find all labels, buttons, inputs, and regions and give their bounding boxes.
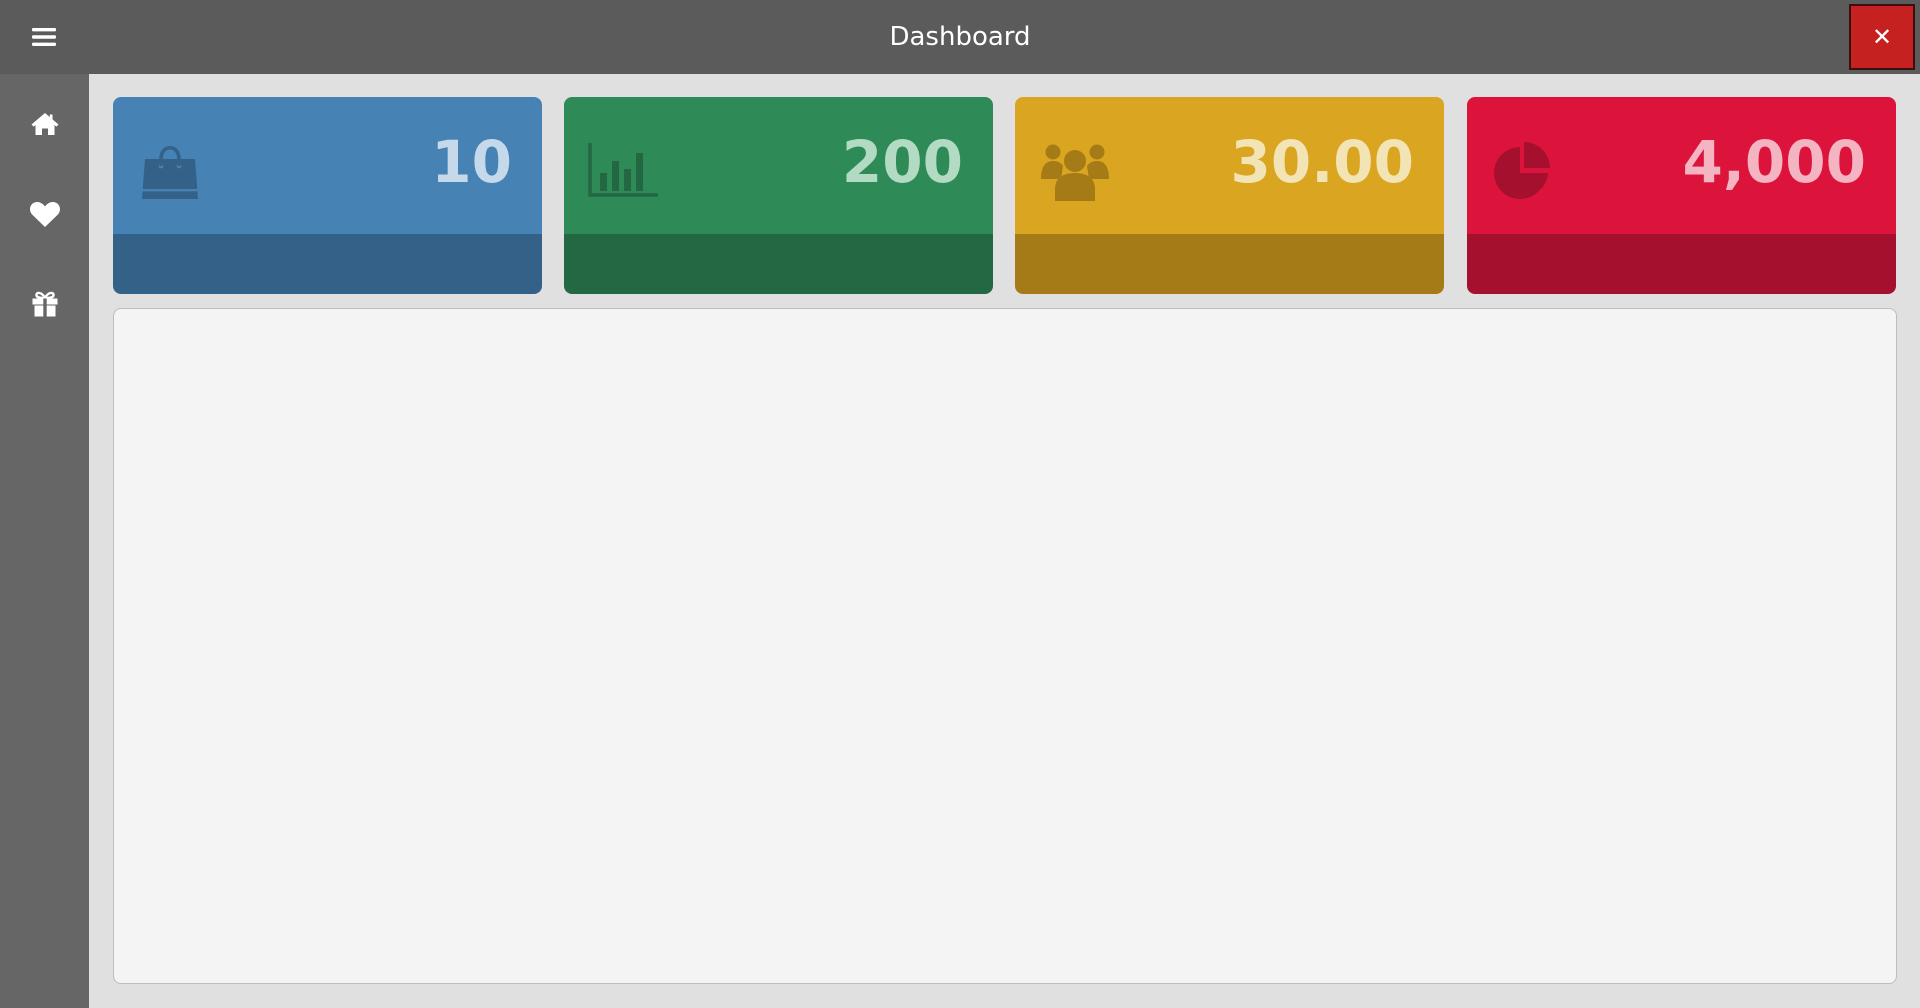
card-footer [1015, 234, 1444, 294]
card-footer [564, 234, 993, 294]
stat-value: 30.00 [1230, 128, 1414, 196]
hamburger-menu-button[interactable] [0, 0, 88, 74]
stat-card-revenue[interactable]: 4,000 [1467, 97, 1896, 294]
hamburger-icon [32, 28, 56, 46]
sidebar-item-favorites[interactable] [0, 179, 89, 249]
card-footer [1467, 234, 1896, 294]
stat-card-sales[interactable]: 200 [564, 97, 993, 294]
sidebar [0, 74, 89, 1008]
home-icon [31, 113, 58, 135]
top-bar: Dashboard ✕ [0, 0, 1920, 74]
bar-chart-icon [588, 143, 658, 197]
close-button[interactable]: ✕ [1849, 4, 1915, 70]
sidebar-item-gifts[interactable] [0, 269, 89, 339]
shopping-bag-icon [142, 145, 198, 199]
sidebar-item-home[interactable] [0, 89, 89, 159]
gift-icon [32, 291, 57, 317]
pie-chart-icon [1494, 142, 1550, 199]
heart-icon [29, 202, 60, 227]
stat-card-users[interactable]: 30.00 [1015, 97, 1444, 294]
stat-value: 4,000 [1682, 128, 1866, 196]
card-footer [113, 234, 542, 294]
content-panel [113, 308, 1897, 984]
stat-value: 10 [431, 128, 512, 196]
stat-value: 200 [841, 128, 963, 196]
close-icon: ✕ [1871, 23, 1893, 51]
stat-card-orders[interactable]: 10 [113, 97, 542, 294]
users-icon [1041, 144, 1109, 201]
page-title: Dashboard [889, 22, 1031, 52]
